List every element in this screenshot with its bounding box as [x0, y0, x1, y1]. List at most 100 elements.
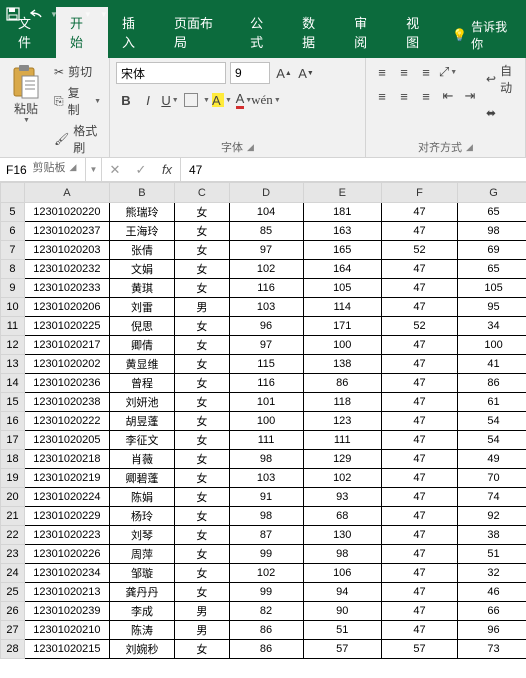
cell[interactable]: 女	[175, 431, 229, 450]
cell[interactable]: 12301020234	[24, 564, 109, 583]
cell[interactable]: 111	[229, 431, 303, 450]
dropdown-icon[interactable]: ▼	[50, 10, 58, 19]
name-box[interactable]: F16	[0, 158, 86, 181]
cell[interactable]: 54	[458, 412, 526, 431]
cell[interactable]: 47	[381, 583, 457, 602]
cell[interactable]: 女	[175, 526, 229, 545]
cell[interactable]: 116	[229, 279, 303, 298]
cell[interactable]: 47	[381, 336, 457, 355]
row-header[interactable]: 8	[1, 260, 25, 279]
cell[interactable]: 12301020215	[24, 640, 109, 659]
col-header-d[interactable]: D	[229, 183, 303, 203]
cell[interactable]: 96	[458, 621, 526, 640]
row-header[interactable]: 22	[1, 526, 25, 545]
spreadsheet-grid[interactable]: ABCDEFG 512301020220熊瑞玲女1041814765612301…	[0, 182, 526, 678]
align-launcher[interactable]: ◢	[466, 142, 473, 153]
cell[interactable]: 12301020206	[24, 298, 109, 317]
tab-view[interactable]: 视图	[392, 7, 444, 58]
cell[interactable]: 12301020210	[24, 621, 109, 640]
cell[interactable]: 陈娟	[109, 488, 174, 507]
cell[interactable]: 91	[229, 488, 303, 507]
cell[interactable]: 98	[229, 507, 303, 526]
tab-insert[interactable]: 插入	[108, 7, 160, 58]
cell[interactable]: 李成	[109, 602, 174, 621]
cell[interactable]: 51	[458, 545, 526, 564]
cell[interactable]: 12301020223	[24, 526, 109, 545]
cell[interactable]: 51	[303, 621, 381, 640]
cell[interactable]: 女	[175, 317, 229, 336]
cell[interactable]: 49	[458, 450, 526, 469]
cell[interactable]: 曾程	[109, 374, 174, 393]
tab-file[interactable]: 文件	[4, 7, 56, 58]
fill-color-button[interactable]: A▼	[212, 90, 232, 110]
cell[interactable]: 12301020220	[24, 203, 109, 222]
cell[interactable]: 57	[381, 640, 457, 659]
bold-button[interactable]: B	[116, 90, 136, 110]
cell[interactable]: 34	[458, 317, 526, 336]
shrink-font-button[interactable]: A▼	[296, 63, 316, 83]
cell[interactable]: 69	[458, 241, 526, 260]
cell[interactable]: 100	[229, 412, 303, 431]
cell[interactable]: 65	[458, 203, 526, 222]
cell[interactable]: 女	[175, 222, 229, 241]
cell[interactable]: 12301020224	[24, 488, 109, 507]
cell[interactable]: 95	[458, 298, 526, 317]
cell[interactable]: 47	[381, 526, 457, 545]
italic-button[interactable]: I	[138, 90, 158, 110]
cell[interactable]: 女	[175, 583, 229, 602]
cell[interactable]: 38	[458, 526, 526, 545]
cell[interactable]: 116	[229, 374, 303, 393]
col-header-b[interactable]: B	[109, 183, 174, 203]
cell[interactable]: 女	[175, 412, 229, 431]
cell[interactable]: 130	[303, 526, 381, 545]
row-header[interactable]: 12	[1, 336, 25, 355]
cell[interactable]: 47	[381, 260, 457, 279]
cell[interactable]: 163	[303, 222, 381, 241]
cell[interactable]: 47	[381, 203, 457, 222]
cell[interactable]: 12301020233	[24, 279, 109, 298]
cell[interactable]: 47	[381, 564, 457, 583]
row-header[interactable]: 20	[1, 488, 25, 507]
row-header[interactable]: 25	[1, 583, 25, 602]
cell[interactable]: 12301020218	[24, 450, 109, 469]
font-size-input[interactable]	[230, 62, 270, 84]
row-header[interactable]: 10	[1, 298, 25, 317]
cell[interactable]: 47	[381, 450, 457, 469]
tab-layout[interactable]: 页面布局	[160, 7, 236, 58]
format-painter-button[interactable]: 🖌格式刷	[52, 121, 103, 157]
cell[interactable]: 87	[229, 526, 303, 545]
row-header[interactable]: 13	[1, 355, 25, 374]
cell[interactable]: 12301020229	[24, 507, 109, 526]
cell[interactable]: 女	[175, 279, 229, 298]
row-header[interactable]: 15	[1, 393, 25, 412]
cell[interactable]: 张倩	[109, 241, 174, 260]
cell[interactable]: 57	[303, 640, 381, 659]
cell[interactable]: 12301020203	[24, 241, 109, 260]
name-box-dropdown[interactable]: ▼	[86, 158, 102, 181]
cell[interactable]: 男	[175, 621, 229, 640]
cell[interactable]: 12301020239	[24, 602, 109, 621]
align-left-button[interactable]: ≡	[372, 86, 392, 106]
cell[interactable]: 181	[303, 203, 381, 222]
cell[interactable]: 47	[381, 412, 457, 431]
cell[interactable]: 李征文	[109, 431, 174, 450]
indent-dec-button[interactable]: ⇤	[438, 86, 458, 106]
cell[interactable]: 女	[175, 450, 229, 469]
cell[interactable]: 96	[229, 317, 303, 336]
cell[interactable]: 47	[381, 222, 457, 241]
cell[interactable]: 115	[229, 355, 303, 374]
cell[interactable]: 86	[229, 640, 303, 659]
cell[interactable]: 47	[381, 431, 457, 450]
font-launcher[interactable]: ◢	[247, 142, 254, 153]
cell[interactable]: 164	[303, 260, 381, 279]
border-button[interactable]	[184, 93, 198, 107]
col-header-f[interactable]: F	[381, 183, 457, 203]
cell[interactable]: 12301020202	[24, 355, 109, 374]
cell[interactable]: 102	[303, 469, 381, 488]
phonetic-button[interactable]: wén▼	[256, 90, 276, 110]
cell[interactable]: 47	[381, 602, 457, 621]
cell[interactable]: 倪思	[109, 317, 174, 336]
cell[interactable]: 118	[303, 393, 381, 412]
cell[interactable]: 女	[175, 260, 229, 279]
indent-inc-button[interactable]: ⇥	[460, 86, 480, 106]
